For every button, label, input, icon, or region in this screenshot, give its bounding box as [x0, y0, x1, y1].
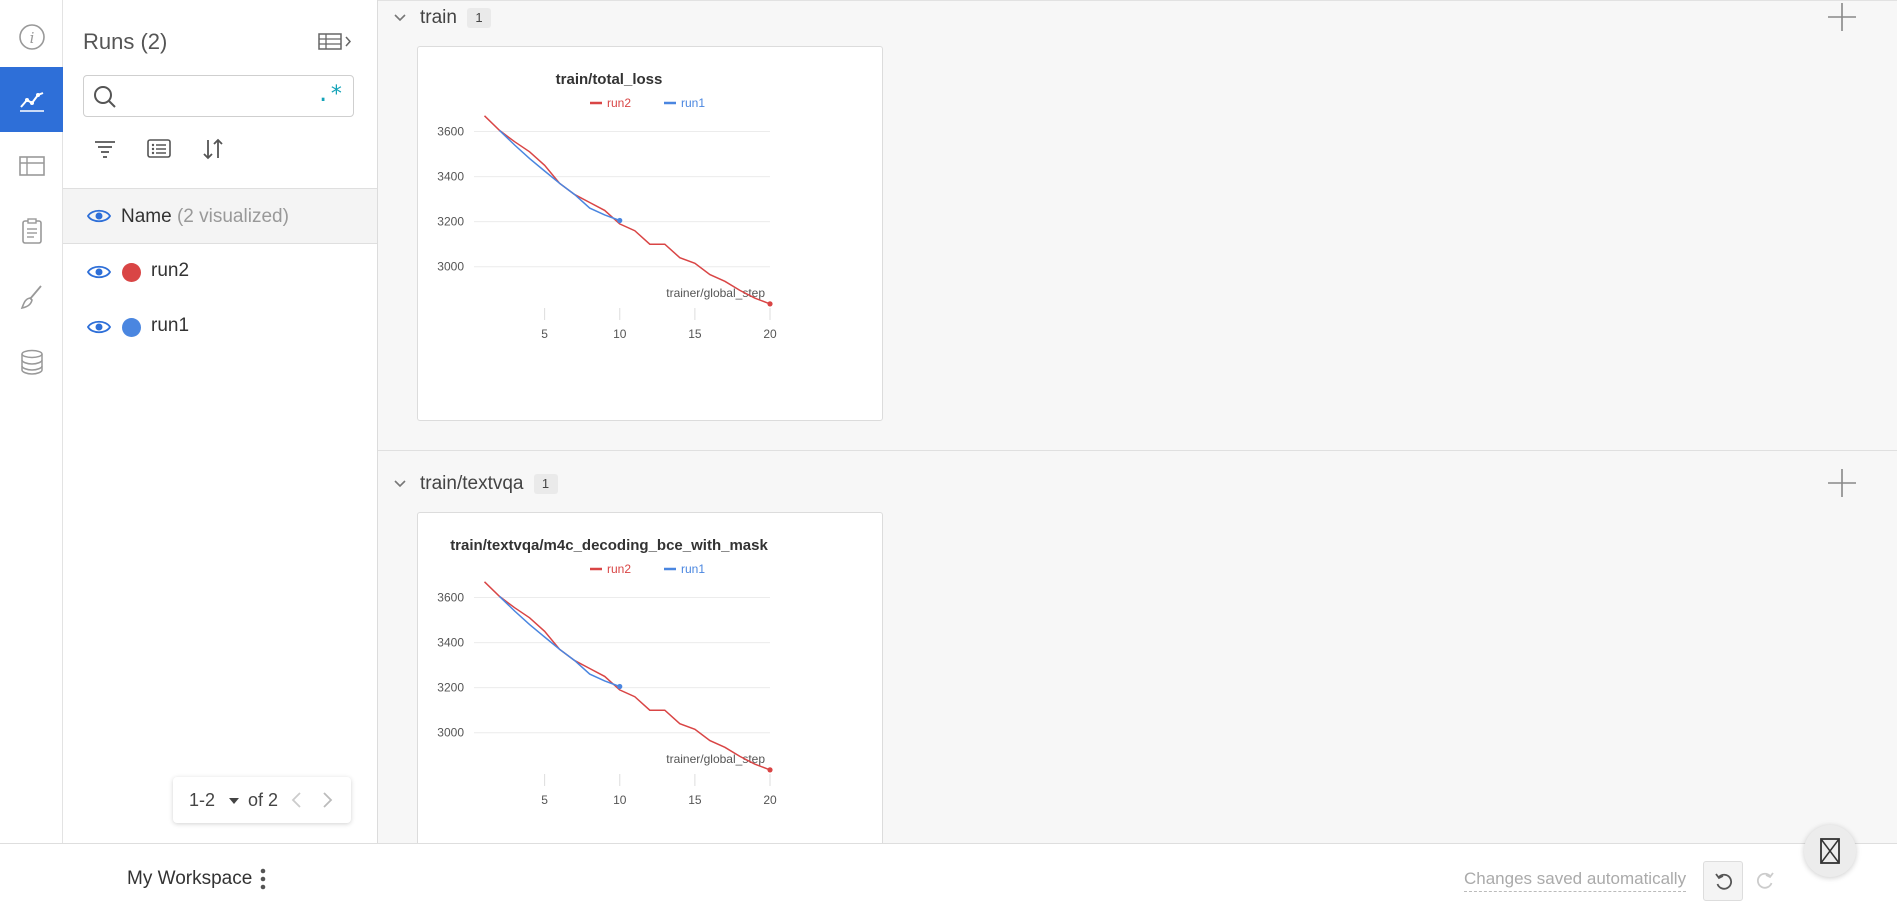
- chart-panel[interactable]: train/textvqa/m4c_decoding_bce_with_mask…: [417, 512, 883, 843]
- info-icon: i: [18, 23, 45, 50]
- section-header[interactable]: train/textvqa 1: [392, 472, 558, 496]
- y-tick-label: 3000: [437, 260, 464, 274]
- line-chart: train/textvqa/m4c_decoding_bce_with_mask…: [437, 537, 777, 807]
- x-tick-label: 20: [763, 327, 777, 341]
- chart-title: train/total_loss: [556, 71, 663, 88]
- series-endpoint-run2: [767, 767, 773, 773]
- chevron-down-icon[interactable]: [392, 476, 408, 492]
- series-endpoint-run1: [617, 683, 623, 690]
- svg-text:i: i: [29, 29, 34, 47]
- series-endpoint-run1: [617, 217, 623, 224]
- expand-table-icon[interactable]: [318, 30, 358, 54]
- runs-panel: Runs (2) .* Name (2 visualized) run2 run…: [63, 0, 378, 843]
- more-vertical-icon[interactable]: [258, 866, 268, 892]
- x-tick-label: 15: [688, 327, 702, 341]
- chart-panel[interactable]: train/total_loss run2 run1 3000 3200 3400 3600…: [417, 46, 883, 421]
- run-name[interactable]: run1: [151, 315, 189, 337]
- table-view-button[interactable]: [0, 133, 63, 198]
- charts-button[interactable]: [0, 67, 63, 132]
- page-total: of 2: [248, 790, 279, 810]
- icon-rail: i: [0, 0, 63, 843]
- x-tick-label: 15: [688, 793, 702, 807]
- legend-label: run1: [681, 96, 705, 110]
- line-chart: train/total_loss run2 run1 3000 3200 3400 3600…: [437, 71, 777, 341]
- section-header[interactable]: train 1: [392, 6, 491, 30]
- redo-icon: [1756, 872, 1774, 889]
- series-line-run2: [483, 581, 771, 771]
- run-color-dot[interactable]: [122, 318, 141, 337]
- legend-label: run1: [681, 562, 705, 576]
- panel-count-badge: 1: [466, 8, 491, 28]
- run-color-dot[interactable]: [122, 263, 141, 282]
- sort-icon[interactable]: [199, 136, 227, 162]
- add-panel-icon[interactable]: [1826, 1, 1858, 33]
- pagination: 1-2 of 2: [173, 777, 351, 823]
- undo-button[interactable]: [1703, 861, 1743, 901]
- add-panel-icon[interactable]: [1826, 467, 1858, 499]
- legend-label: run2: [607, 96, 631, 110]
- y-tick-label: 3400: [437, 636, 464, 650]
- database-icon: [20, 349, 43, 375]
- series-line-run2: [483, 115, 771, 305]
- runs-table-header: Name (2 visualized): [63, 188, 377, 244]
- y-tick-label: 3600: [437, 125, 464, 139]
- panel-count-badge: 1: [533, 474, 558, 494]
- group-icon[interactable]: [145, 136, 173, 162]
- section-divider: [378, 450, 1897, 451]
- help-button[interactable]: [1804, 825, 1856, 877]
- next-page-icon[interactable]: [317, 789, 337, 811]
- x-axis-label: trainer/global_step: [666, 286, 765, 300]
- name-column-header[interactable]: Name (2 visualized): [121, 206, 289, 228]
- run-row-run1[interactable]: run1: [63, 302, 377, 352]
- run-search[interactable]: .*: [83, 75, 354, 117]
- x-tick-label: 10: [613, 793, 627, 807]
- hourglass-icon: [1820, 838, 1840, 864]
- x-axis-label: trainer/global_step: [666, 752, 765, 766]
- search-input[interactable]: [126, 84, 306, 108]
- chevron-down-icon[interactable]: [392, 10, 408, 26]
- eye-icon[interactable]: [87, 319, 111, 335]
- redo-button[interactable]: [1745, 861, 1785, 901]
- chart-icon: [19, 91, 44, 112]
- clipboard-icon: [21, 217, 42, 244]
- section-title: train/textvqa: [420, 473, 524, 494]
- y-tick-label: 3200: [437, 681, 464, 695]
- prev-page-icon[interactable]: [287, 789, 307, 811]
- workspace-main: train 1 train/total_loss run2 run1 3000 3200…: [378, 0, 1897, 843]
- overview-button[interactable]: i: [0, 4, 63, 69]
- y-tick-label: 3200: [437, 215, 464, 229]
- x-tick-label: 5: [541, 327, 548, 341]
- x-tick-label: 5: [541, 793, 548, 807]
- y-tick-label: 3400: [437, 170, 464, 184]
- save-status: Changes saved automatically: [1464, 869, 1687, 892]
- run-name[interactable]: run2: [151, 260, 189, 282]
- name-header-label: Name: [121, 206, 172, 227]
- search-icon: [94, 86, 116, 108]
- run-row-run2[interactable]: run2: [63, 247, 377, 297]
- workspace-name[interactable]: My Workspace: [127, 868, 252, 890]
- reports-button[interactable]: [0, 198, 63, 263]
- runs-title: Runs (2): [83, 29, 168, 54]
- eye-icon[interactable]: [87, 264, 111, 280]
- regex-toggle[interactable]: .*: [317, 82, 344, 107]
- x-tick-label: 20: [763, 793, 777, 807]
- y-tick-label: 3600: [437, 591, 464, 605]
- eye-icon[interactable]: [87, 208, 111, 224]
- section-title: train: [420, 7, 457, 28]
- sweeps-button[interactable]: [0, 264, 63, 329]
- brush-icon: [20, 284, 42, 309]
- artifacts-button[interactable]: [0, 329, 63, 394]
- legend-label: run2: [607, 562, 631, 576]
- visualized-count: (2 visualized): [176, 206, 289, 227]
- chevron-down-icon[interactable]: [229, 798, 239, 804]
- page-size-select[interactable]: 1-2: [189, 790, 215, 811]
- x-tick-label: 10: [613, 327, 627, 341]
- chart-title: train/textvqa/m4c_decoding_bce_with_mask: [450, 537, 768, 554]
- y-tick-label: 3000: [437, 726, 464, 740]
- series-endpoint-run2: [767, 301, 773, 307]
- table-icon: [18, 155, 45, 176]
- filter-icon[interactable]: [91, 136, 119, 162]
- workspace-footer: My Workspace Changes saved automatically: [0, 843, 1897, 910]
- undo-icon: [1715, 873, 1733, 890]
